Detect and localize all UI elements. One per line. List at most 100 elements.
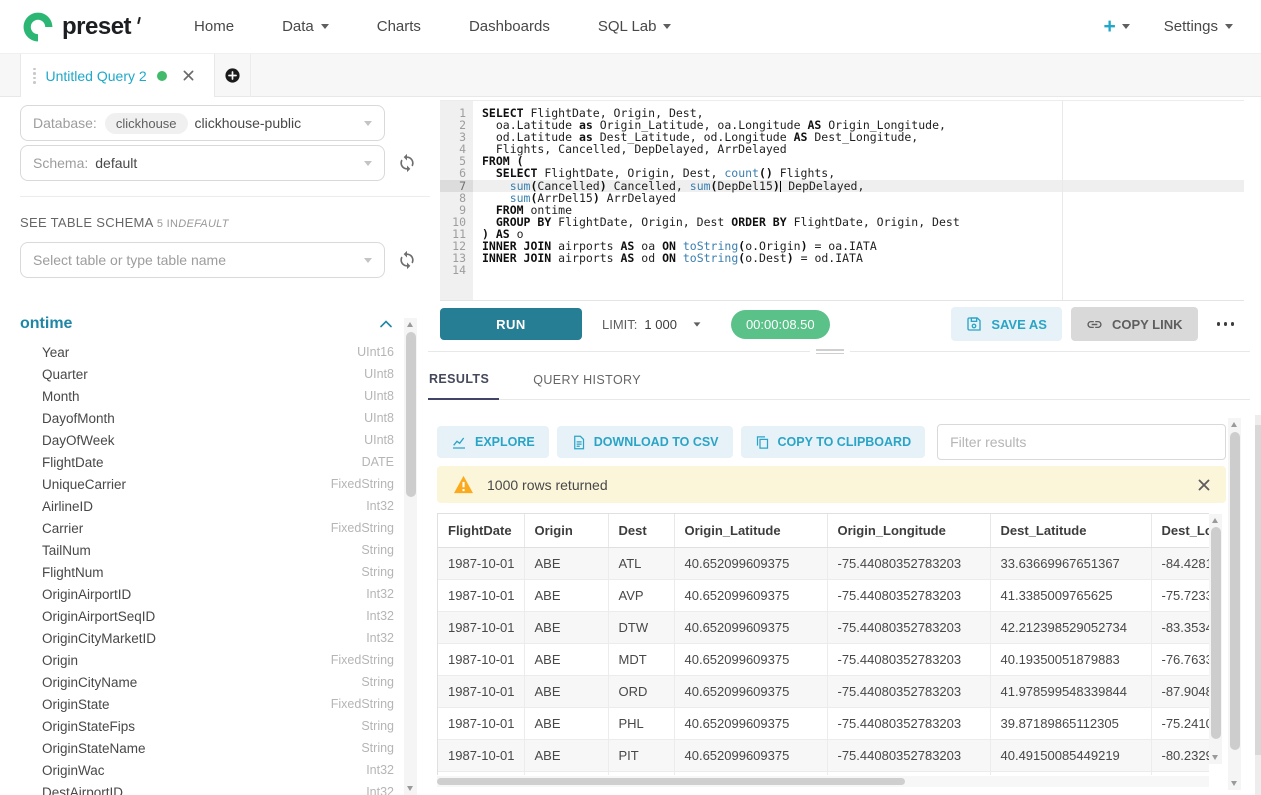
table-row[interactable]: 1987-10-01ABEAVP40.652099609375-75.44080… xyxy=(438,579,1209,611)
nav-item[interactable]: Home xyxy=(170,18,258,35)
table-schema-ontime[interactable]: ontime xyxy=(20,315,392,333)
scrollbar-thumb[interactable] xyxy=(1255,425,1261,755)
filter-results-input[interactable] xyxy=(937,424,1226,460)
table-row[interactable]: 1987-10-01ABEDTW40.652099609375-75.44080… xyxy=(438,611,1209,643)
table-row[interactable]: 1987-10-01ABEORD40.652099609375-75.44080… xyxy=(438,675,1209,707)
refresh-schemas-icon[interactable] xyxy=(397,153,417,173)
preset-logo[interactable]: preset xyxy=(20,9,140,45)
alert-text: 1000 rows returned xyxy=(487,477,608,493)
copy-link-button[interactable]: COPY LINK xyxy=(1071,307,1198,341)
code-line[interactable]: Flights, Cancelled, DepDelayed, ArrDelay… xyxy=(473,143,1244,155)
column-header[interactable]: Origin_Latitude xyxy=(674,514,827,547)
table-cell: 1987-10-01 xyxy=(438,579,524,611)
table-cell: ABE xyxy=(524,611,608,643)
column-name: Month xyxy=(42,389,80,404)
tab-untitled-query[interactable]: Untitled Query 2 xyxy=(20,54,215,97)
nav-item-label: Charts xyxy=(377,18,421,35)
column-header[interactable]: Origin xyxy=(524,514,608,547)
column-list-item: Origin FixedString xyxy=(20,649,416,671)
splitter-handle[interactable] xyxy=(810,347,850,356)
scroll-up-arrow[interactable] xyxy=(1212,518,1218,523)
table-row[interactable]: 1987-10-01ABEATL40.652099609375-75.44080… xyxy=(438,547,1209,579)
schema-value: default xyxy=(95,155,137,171)
column-type: Int32 xyxy=(366,785,394,795)
scroll-up-arrow[interactable] xyxy=(1231,422,1237,427)
table-cell: -80.23290 xyxy=(1151,739,1209,771)
nav-item[interactable]: SQL Lab xyxy=(574,18,696,35)
tab-results[interactable]: RESULTS xyxy=(428,372,499,400)
settings-menu[interactable]: Settings xyxy=(1164,18,1233,35)
column-header[interactable]: Dest_Longitude xyxy=(1151,514,1209,547)
plus-circle-icon xyxy=(224,67,241,84)
drag-handle-icon[interactable] xyxy=(33,68,36,84)
code-line[interactable] xyxy=(473,264,1244,276)
grid-scrollbar-vertical[interactable] xyxy=(1209,514,1222,764)
schema-label: Schema: xyxy=(33,155,88,171)
scrollbar-thumb[interactable] xyxy=(1230,432,1240,750)
save-as-button[interactable]: SAVE AS xyxy=(951,307,1062,341)
close-alert-icon[interactable] xyxy=(1198,479,1210,491)
new-query-tab-button[interactable] xyxy=(215,54,251,97)
table-cell: 40.652099609375 xyxy=(674,643,827,675)
table-cell: -75.44080352783203 xyxy=(827,579,990,611)
table-cell: ABE xyxy=(524,707,608,739)
table-row[interactable]: 1987-10-01ABEMDT40.652099609375-75.44080… xyxy=(438,643,1209,675)
nav-item[interactable]: Dashboards xyxy=(445,18,574,35)
copy-link-label: COPY LINK xyxy=(1112,317,1183,332)
column-header[interactable]: Origin_Longitude xyxy=(827,514,990,547)
column-type: Int32 xyxy=(366,609,394,623)
more-actions-button[interactable] xyxy=(1207,322,1245,326)
explore-button[interactable]: EXPLORE xyxy=(437,426,549,458)
results-pane-scrollbar[interactable] xyxy=(1228,418,1241,790)
close-tab-icon[interactable] xyxy=(183,70,194,81)
limit-dropdown[interactable]: LIMIT: 1 000 xyxy=(602,317,701,332)
run-button[interactable]: RUN xyxy=(440,308,582,340)
copy-clipboard-button[interactable]: COPY TO CLIPBOARD xyxy=(741,426,926,458)
code-line[interactable]: INNER JOIN airports AS od ON toString(o.… xyxy=(473,252,1244,264)
table-row[interactable]: 1987-10-01ABEPHL40.652099609375-75.44080… xyxy=(438,707,1209,739)
scrollbar-thumb[interactable] xyxy=(1211,527,1221,739)
database-select[interactable]: Database: clickhouse clickhouse-public xyxy=(20,105,385,141)
nav-item[interactable]: Data xyxy=(258,18,353,35)
column-header[interactable]: Dest_Latitude xyxy=(990,514,1151,547)
column-name: Year xyxy=(42,345,69,360)
code-line[interactable]: GROUP BY FlightDate, Origin, Dest ORDER … xyxy=(473,216,1244,228)
table-select[interactable]: Select table or type table name xyxy=(20,242,385,278)
nav-item[interactable]: Charts xyxy=(353,18,445,35)
chevron-up-icon[interactable] xyxy=(380,320,392,328)
window-scrollbar[interactable] xyxy=(1255,415,1261,795)
table-cell: -75.44080352783203 xyxy=(827,739,990,771)
column-name: OriginStateFips xyxy=(42,719,135,734)
scrollbar-thumb[interactable] xyxy=(406,332,416,497)
scroll-down-arrow[interactable] xyxy=(1212,755,1218,760)
scroll-up-arrow[interactable] xyxy=(407,322,413,327)
scrollbar-thumb[interactable] xyxy=(437,778,905,785)
table-row[interactable]: 1987-10-01ABEPIT40.652099609375-75.44080… xyxy=(438,739,1209,771)
copy-clipboard-label: COPY TO CLIPBOARD xyxy=(778,435,912,449)
sql-editor[interactable]: 1234567891011121314 SELECT FlightDate, O… xyxy=(440,100,1244,301)
download-csv-button[interactable]: DOWNLOAD TO CSV xyxy=(557,426,733,458)
top-nav: preset Home Data Charts xyxy=(0,0,1261,54)
schema-select[interactable]: Schema: default xyxy=(20,145,385,181)
editor-print-margin xyxy=(1062,101,1063,300)
table-cell: 41.978599548339844 xyxy=(990,675,1151,707)
column-type: DATE xyxy=(362,455,394,469)
line-number: 5 xyxy=(440,155,473,167)
column-header[interactable]: FlightDate xyxy=(438,514,524,547)
column-list-item: OriginStateName String xyxy=(20,737,416,759)
grid-scrollbar-horizontal[interactable] xyxy=(437,776,1209,787)
sidebar-scrollbar[interactable] xyxy=(404,318,417,795)
scroll-down-arrow[interactable] xyxy=(1231,781,1237,786)
line-number: 14 xyxy=(440,264,473,276)
new-item-menu[interactable]: + xyxy=(1104,16,1130,37)
query-tab-bar: Untitled Query 2 xyxy=(0,54,1261,97)
code-line[interactable]: sum(ArrDel15) ArrDelayed xyxy=(473,192,1244,204)
table-cell: 1987-10-01 xyxy=(438,739,524,771)
tab-query-history[interactable]: QUERY HISTORY xyxy=(533,373,641,399)
sidebar-divider xyxy=(20,196,430,197)
editor-code[interactable]: SELECT FlightDate, Origin, Dest, oa.Lati… xyxy=(473,101,1244,300)
column-header[interactable]: Dest xyxy=(608,514,674,547)
table-cell: -75.44080352783203 xyxy=(827,611,990,643)
scroll-down-arrow[interactable] xyxy=(407,786,413,791)
refresh-tables-icon[interactable] xyxy=(397,250,417,270)
